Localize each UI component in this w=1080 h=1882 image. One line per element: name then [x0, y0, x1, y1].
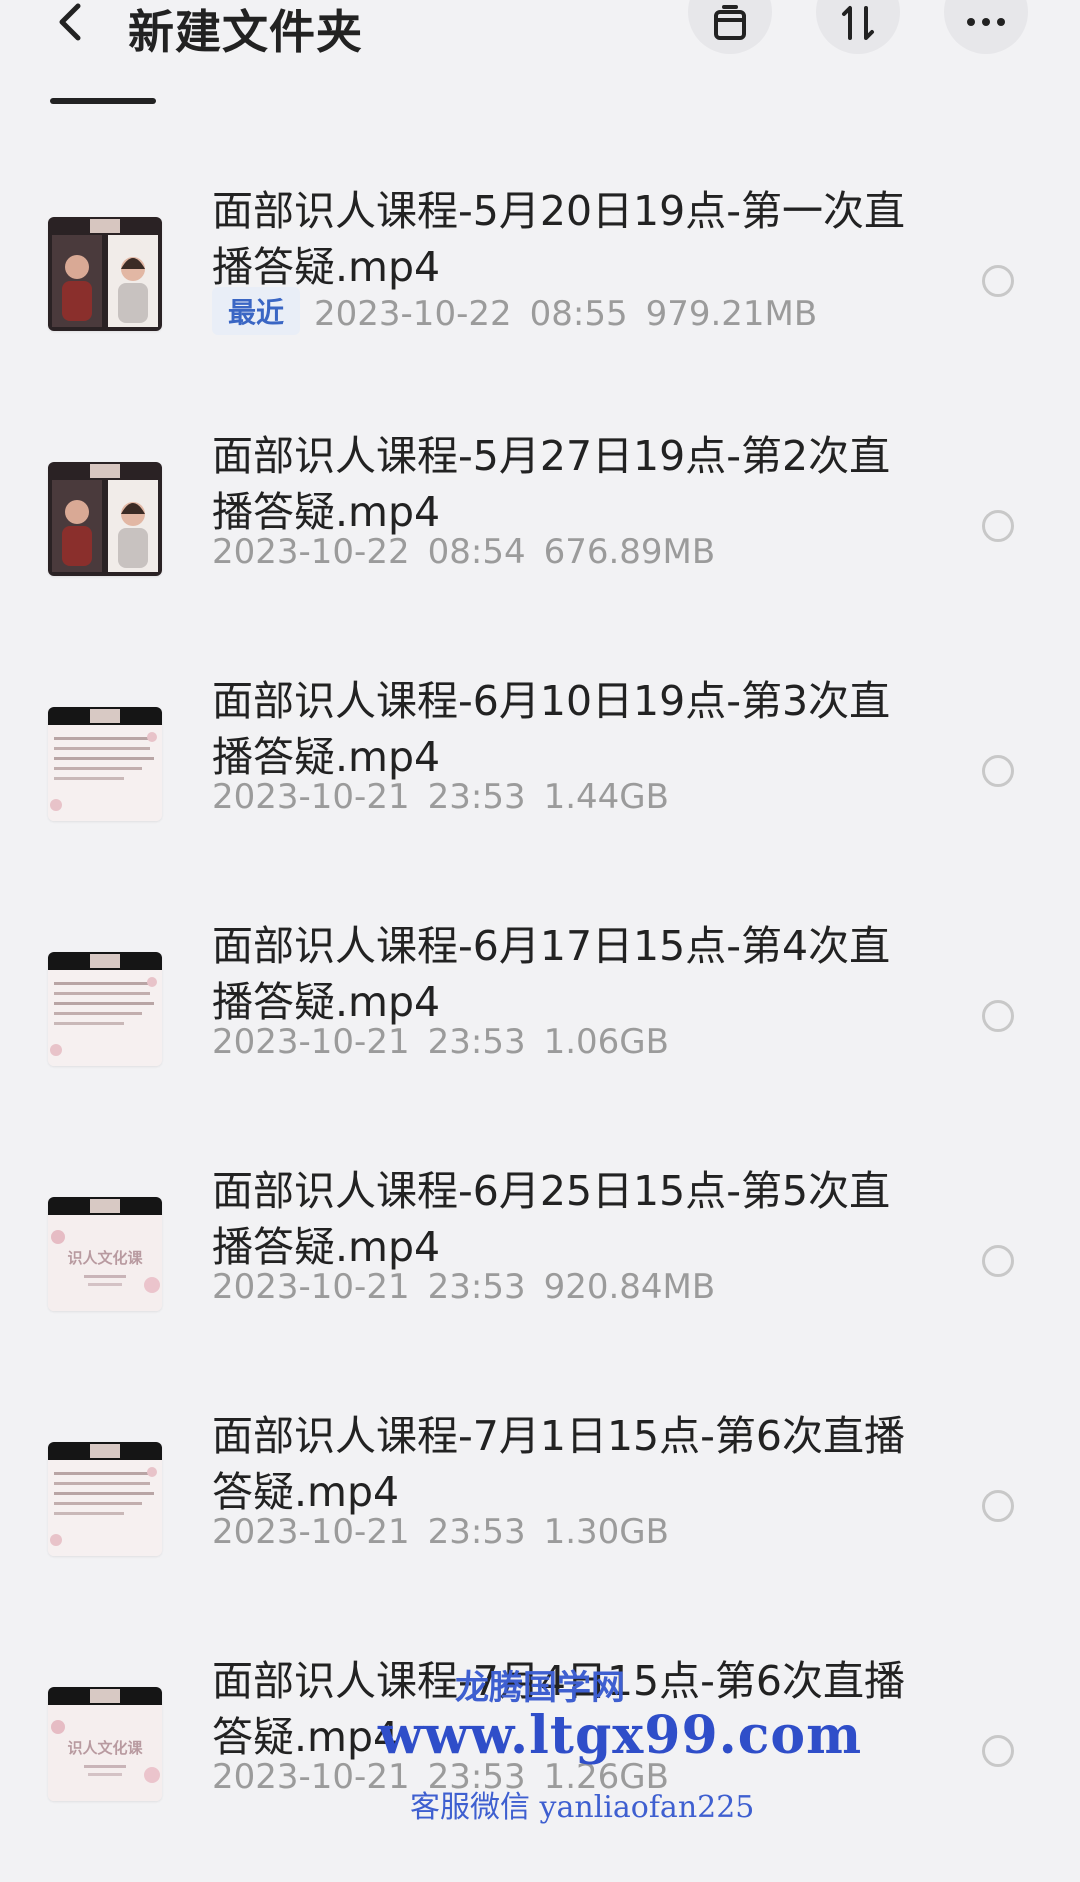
file-row[interactable]: 面部识人课程-6月10日19点-第3次直播答疑.mp4 2023-10-21 23:… — [0, 657, 1080, 902]
select-radio[interactable] — [982, 1735, 1014, 1767]
select-radio[interactable] — [982, 1490, 1014, 1522]
file-time: 08:55 — [529, 294, 628, 334]
select-radio[interactable] — [982, 510, 1014, 542]
recent-badge: 最近 — [212, 287, 301, 335]
file-meta: 2023-10-21 23:53 1.44GB — [212, 777, 669, 817]
file-row[interactable]: 识人文化课 面部识人课程-6月25日15点-第5次直播答疑.mp4 2023-10-… — [0, 1147, 1080, 1392]
svg-text:识人文化课: 识人文化课 — [67, 1739, 143, 1757]
watermark-url: www.ltgx99.com — [378, 1705, 863, 1766]
archive-icon — [714, 5, 746, 40]
file-name: 面部识人课程-6月10日19点-第3次直播答疑.mp4 — [212, 677, 891, 781]
video-thumbnail — [48, 707, 162, 821]
svg-text:识人文化课: 识人文化课 — [67, 1249, 143, 1267]
file-date: 2023-10-21 — [212, 1022, 410, 1062]
sort-icon — [842, 6, 874, 40]
video-thumbnail — [48, 462, 162, 576]
select-radio[interactable] — [982, 1000, 1014, 1032]
select-radio[interactable] — [982, 755, 1014, 787]
file-row[interactable]: 面部识人课程-5月27日19点-第2次直播答疑.mp4 2023-10-22 08:… — [0, 412, 1080, 657]
file-time: 23:53 — [427, 1267, 526, 1307]
back-arrow-icon[interactable] — [52, 0, 92, 50]
file-size: 920.84MB — [543, 1267, 716, 1307]
file-size: 1.30GB — [543, 1512, 669, 1552]
more-button[interactable] — [944, 0, 1028, 54]
file-date: 2023-10-21 — [212, 1267, 410, 1307]
file-name: 面部识人课程-7月1日15点-第6次直播答疑.mp4 — [212, 1412, 906, 1516]
file-date: 2023-10-22 — [212, 532, 410, 572]
file-name: 面部识人课程-6月17日15点-第4次直播答疑.mp4 — [212, 922, 891, 1026]
video-thumbnail: 识人文化课 — [48, 1687, 162, 1801]
file-time: 23:53 — [427, 777, 526, 817]
file-meta: 最近 2023-10-22 08:55 979.21MB — [212, 287, 817, 335]
archive-button[interactable] — [688, 0, 772, 54]
file-name: 面部识人课程-6月25日15点-第5次直播答疑.mp4 — [212, 1167, 891, 1271]
page-title: 新建文件夹 — [128, 5, 363, 59]
watermark-contact: 客服微信 yanliaofan225 — [410, 1790, 755, 1825]
file-name: 面部识人课程-5月27日19点-第2次直播答疑.mp4 — [212, 432, 891, 536]
file-meta: 2023-10-21 23:53 1.06GB — [212, 1022, 669, 1062]
top-bar: 新建文件夹 — [0, 0, 1080, 80]
video-thumbnail — [48, 1442, 162, 1556]
file-meta: 2023-10-21 23:53 920.84MB — [212, 1267, 715, 1307]
file-date: 2023-10-21 — [212, 1512, 410, 1552]
file-size: 979.21MB — [645, 294, 818, 334]
watermark-site-name: 龙腾国学网 — [455, 1668, 625, 1708]
file-row[interactable]: 面部识人课程-7月1日15点-第6次直播答疑.mp4 2023-10-21 23:5… — [0, 1392, 1080, 1637]
file-row[interactable]: 面部识人课程-6月17日15点-第4次直播答疑.mp4 2023-10-21 23:… — [0, 902, 1080, 1147]
file-name: 面部识人课程-5月20日19点-第一次直播答疑.mp4 — [212, 187, 906, 291]
select-radio[interactable] — [982, 265, 1014, 297]
sort-button[interactable] — [816, 0, 900, 54]
select-radio[interactable] — [982, 1245, 1014, 1277]
previous-item-thumbnail — [50, 98, 156, 104]
video-thumbnail: 识人文化课 — [48, 1197, 162, 1311]
video-thumbnail — [48, 952, 162, 1066]
file-time: 08:54 — [427, 532, 526, 572]
file-row[interactable]: 面部识人课程-5月20日19点-第一次直播答疑.mp4 最近 2023-10-22 0… — [0, 167, 1080, 412]
file-time: 23:53 — [427, 1512, 526, 1552]
file-time: 23:53 — [427, 1022, 526, 1062]
file-meta: 2023-10-22 08:54 676.89MB — [212, 532, 715, 572]
file-size: 1.44GB — [543, 777, 669, 817]
file-meta: 2023-10-21 23:53 1.30GB — [212, 1512, 669, 1552]
file-date: 2023-10-21 — [212, 777, 410, 817]
file-size: 676.89MB — [543, 532, 716, 572]
file-date: 2023-10-22 — [314, 294, 512, 334]
file-size: 1.06GB — [543, 1022, 669, 1062]
more-icon — [967, 18, 1005, 26]
video-thumbnail — [48, 217, 162, 331]
